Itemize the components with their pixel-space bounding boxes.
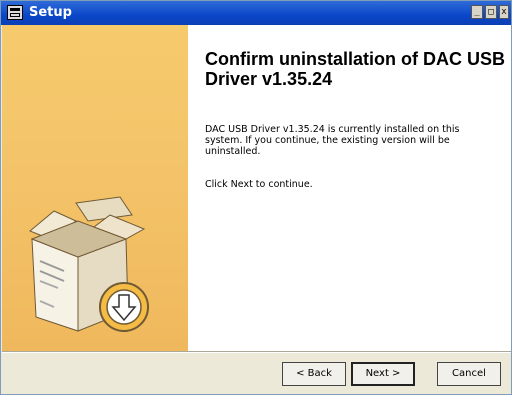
wizard-footer (2, 353, 511, 394)
window-title: Setup (29, 5, 72, 20)
title-bar[interactable]: Setup _ □ x (1, 1, 511, 25)
maximize-icon[interactable]: □ (485, 5, 497, 19)
minimize-icon[interactable]: _ (471, 5, 483, 19)
back-button[interactable]: < Back (282, 362, 346, 386)
app-window-icon[interactable] (7, 5, 23, 20)
page-heading: Confirm uninstallation of DAC USB Driver… (205, 49, 505, 89)
wizard-sidebar (2, 25, 188, 351)
close-icon[interactable]: x (499, 5, 509, 19)
instruction-text: Click Next to continue. (205, 179, 313, 190)
description-text: DAC USB Driver v1.35.24 is currently ins… (205, 124, 460, 157)
wizard-content: Confirm uninstallation of DAC USB Driver… (188, 25, 511, 351)
next-button[interactable]: Next > (351, 362, 415, 386)
cancel-button[interactable]: Cancel (437, 362, 501, 386)
setup-window: Setup _ □ x Confirm uninstallation of DA… (0, 0, 512, 395)
installer-box-download-icon (29, 196, 149, 332)
